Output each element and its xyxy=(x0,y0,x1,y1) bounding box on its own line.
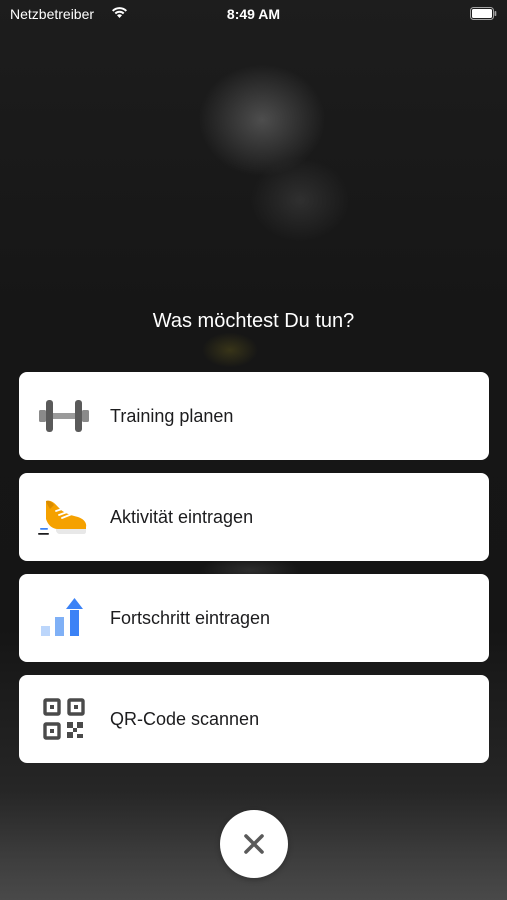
status-bar: Netzbetreiber 8:49 AM xyxy=(0,0,507,28)
close-button[interactable] xyxy=(220,810,288,878)
close-icon xyxy=(244,834,264,854)
menu-item-fortschritt-eintragen[interactable]: Fortschritt eintragen xyxy=(19,574,489,662)
menu-item-label: QR-Code scannen xyxy=(110,708,260,729)
prompt-title: Was möchtest Du tun? xyxy=(152,310,355,332)
sneaker-icon xyxy=(38,491,90,543)
progress-chart-icon xyxy=(38,592,90,644)
clock: 8:49 AM xyxy=(226,6,281,22)
qr-code-icon xyxy=(38,693,90,745)
menu-item-label: Aktivität eintragen xyxy=(110,506,254,527)
menu-item-aktivitaet-eintragen[interactable]: Aktivität eintragen xyxy=(19,473,489,561)
menu-item-qr-code-scannen[interactable]: QR-Code scannen xyxy=(19,675,489,763)
action-menu: Training planen Aktivität eintragen Fort xyxy=(19,372,489,776)
menu-item-label: Fortschritt eintragen xyxy=(110,607,271,628)
menu-item-training-planen[interactable]: Training planen xyxy=(19,372,489,460)
dumbbell-icon xyxy=(38,390,90,442)
battery-icon xyxy=(470,7,497,20)
menu-item-label: Training planen xyxy=(110,405,234,426)
